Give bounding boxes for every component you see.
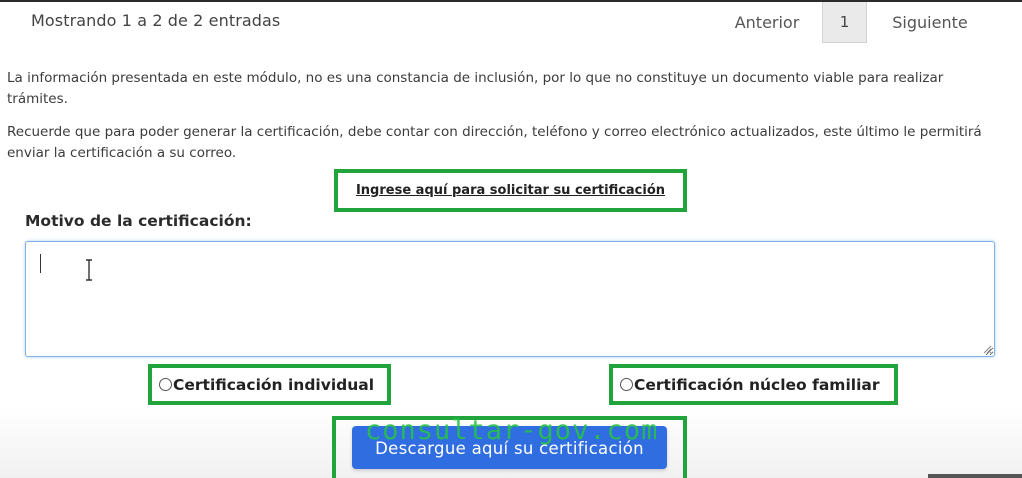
entries-info: Mostrando 1 a 2 de 2 entradas	[31, 11, 281, 30]
option-individual[interactable]: Certificación individual	[148, 364, 391, 405]
pagination: Anterior 1 Siguiente	[712, 2, 993, 43]
pagination-page-1[interactable]: 1	[822, 2, 867, 43]
resize-handle-icon[interactable]	[982, 344, 992, 354]
download-certification-button[interactable]: Descargue aquí su certificación	[352, 426, 667, 469]
pagination-next-button[interactable]: Siguiente	[867, 2, 993, 43]
motivo-label: Motivo de la certificación:	[25, 212, 252, 230]
pagination-previous-button[interactable]: Anterior	[712, 2, 822, 43]
notice-contact-data: Recuerde que para poder generar la certi…	[7, 124, 982, 161]
radio-individual[interactable]	[159, 378, 172, 391]
radio-family[interactable]	[620, 378, 633, 391]
ibeam-cursor-icon	[86, 259, 92, 281]
motivo-textarea[interactable]	[25, 241, 995, 357]
corner-shadow	[928, 474, 1022, 478]
text-caret	[40, 254, 41, 273]
option-family[interactable]: Certificación núcleo familiar	[609, 364, 898, 405]
option-individual-label: Certificación individual	[173, 375, 375, 394]
request-link-highlight: Ingrese aquí para solicitar su certifica…	[334, 169, 687, 212]
notice-inclusion: La información presentada en este módulo…	[7, 70, 944, 107]
request-certification-link[interactable]: Ingrese aquí para solicitar su certifica…	[356, 183, 665, 198]
option-family-label: Certificación núcleo familiar	[634, 375, 880, 394]
